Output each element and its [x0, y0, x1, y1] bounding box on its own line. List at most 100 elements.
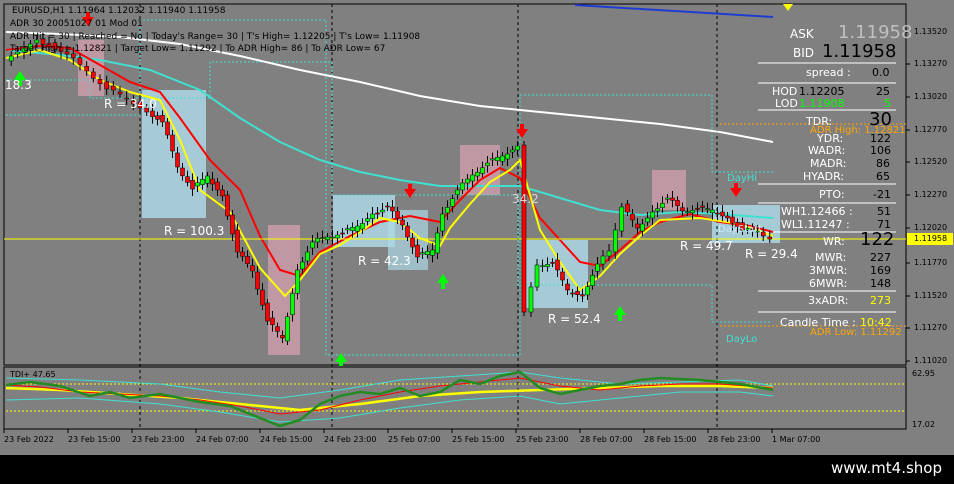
candle-body: [395, 210, 400, 219]
time-axis-label: 28 Feb 23:00: [708, 435, 761, 444]
range-label: R = 29.4: [745, 247, 798, 261]
6mwr-label: 6MWR:: [809, 277, 848, 290]
footer-brand: www.mt4.shop: [830, 459, 942, 477]
time-axis-label: 25 Feb 23:00: [516, 435, 569, 444]
candle-body: [315, 238, 320, 243]
candle-body: [330, 236, 335, 239]
price-axis-label: 1.12520: [914, 157, 948, 166]
price-axis-label: 1.13270: [914, 59, 948, 68]
candle-body: [570, 292, 575, 295]
target-line: Target High = 1.12821 | Target Low= 1.11…: [10, 44, 386, 54]
candle-body: [695, 208, 700, 210]
candle-body: [185, 176, 190, 183]
candle-body: [355, 225, 360, 232]
candle-body: [240, 251, 245, 257]
buy-arrows: [14, 71, 626, 366]
candle-body: [420, 252, 425, 255]
mwr-label: MWR:: [815, 251, 847, 264]
spread-value: 0.0: [872, 66, 890, 79]
candle-body: [625, 203, 630, 213]
candle-body: [320, 237, 325, 239]
candle-body: [550, 262, 555, 264]
price-axis-label: 1.13520: [914, 27, 948, 36]
candle-body: [340, 232, 345, 235]
candle-body: [275, 326, 280, 332]
candle-body: [660, 203, 665, 208]
ask-label: ASK: [790, 27, 814, 41]
candle-body: [590, 275, 595, 286]
price-axis-label: 1.12020: [914, 223, 948, 232]
wh-value: 51: [877, 205, 891, 218]
candle-body: [205, 175, 210, 184]
candle-body: [555, 259, 560, 271]
candle-body: [425, 251, 430, 255]
mwr-value: 227: [870, 251, 891, 264]
candle-body: [715, 212, 720, 215]
candle-body: [165, 121, 170, 136]
candle-body: [619, 206, 624, 232]
candle-body: [700, 205, 705, 208]
candle-body: [675, 200, 680, 206]
candle-body: [440, 213, 445, 232]
candle-body: [71, 53, 76, 58]
adr-line: ADR 30 20051027 01 Mod 01: [10, 19, 143, 29]
madr-label: MADR:: [810, 157, 847, 170]
candle-body: [400, 219, 405, 226]
candle-body: [170, 134, 175, 152]
candle-body: [350, 227, 355, 231]
candle-body: [305, 251, 310, 262]
candle-body: [155, 115, 160, 120]
range-label: 18.3: [5, 78, 32, 92]
candle-body: [606, 250, 612, 257]
price-axis-label: 1.11270: [914, 323, 948, 332]
hyadr-label: HYADR:: [803, 170, 845, 183]
time-axis-label: 28 Feb 07:00: [580, 435, 633, 444]
candle-body: [111, 85, 116, 91]
chart-window[interactable]: EURUSD,H1 1.11964 1.12032 1.11940 1.1195…: [0, 0, 954, 484]
candle-body: [580, 294, 585, 297]
range-label: R = 42.3: [358, 254, 411, 268]
candle-body: [725, 215, 730, 219]
candle-body: [500, 155, 505, 162]
range-label: R = 52.4: [548, 312, 601, 326]
dayhi-label: DayHi: [727, 173, 758, 184]
candle-body: [375, 212, 380, 215]
time-axis-label: 23 Feb 15:00: [68, 435, 121, 444]
6mwr-value: 148: [870, 277, 891, 290]
candle-body: [150, 110, 155, 117]
candle-body: [445, 207, 450, 214]
candle-body: [534, 264, 540, 288]
candle-body: [475, 172, 480, 177]
wl-label: WL: [781, 218, 799, 231]
lod-price: 1.11908: [799, 97, 845, 110]
3xadr-label: 3xADR:: [808, 294, 849, 307]
tdi-axis-bottom: 17.02: [912, 420, 935, 429]
candle-body: [310, 241, 315, 249]
down-arrow-icon: [404, 184, 416, 198]
pto-label: PTO:: [819, 188, 845, 201]
candle-body: [705, 208, 710, 210]
candle-body: [180, 167, 185, 176]
candle-body: [655, 208, 660, 212]
candle-body: [210, 178, 215, 185]
blue-trendline: [574, 4, 774, 18]
range-label: R = 49.7: [680, 239, 733, 253]
wadr-label: WADR:: [808, 144, 846, 157]
madr-value: 86: [876, 157, 890, 170]
candle-body: [560, 271, 565, 281]
price-axis-label: 1.13020: [914, 92, 948, 101]
candle-body: [510, 149, 515, 153]
candle-body: [225, 194, 230, 217]
candle-body: [370, 213, 375, 219]
candle-body: [295, 269, 300, 294]
candle-body: [680, 207, 685, 212]
range-box-pink: [460, 145, 500, 195]
spread-label: spread :: [806, 66, 851, 79]
candle-body: [360, 223, 365, 230]
3xadr-value: 273: [870, 294, 891, 307]
wr-label: WR:: [823, 235, 845, 248]
3mwr-label: 3MWR:: [809, 264, 848, 277]
candle-body: [465, 178, 470, 184]
candle-body: [450, 198, 455, 207]
candle-body: [585, 286, 590, 296]
